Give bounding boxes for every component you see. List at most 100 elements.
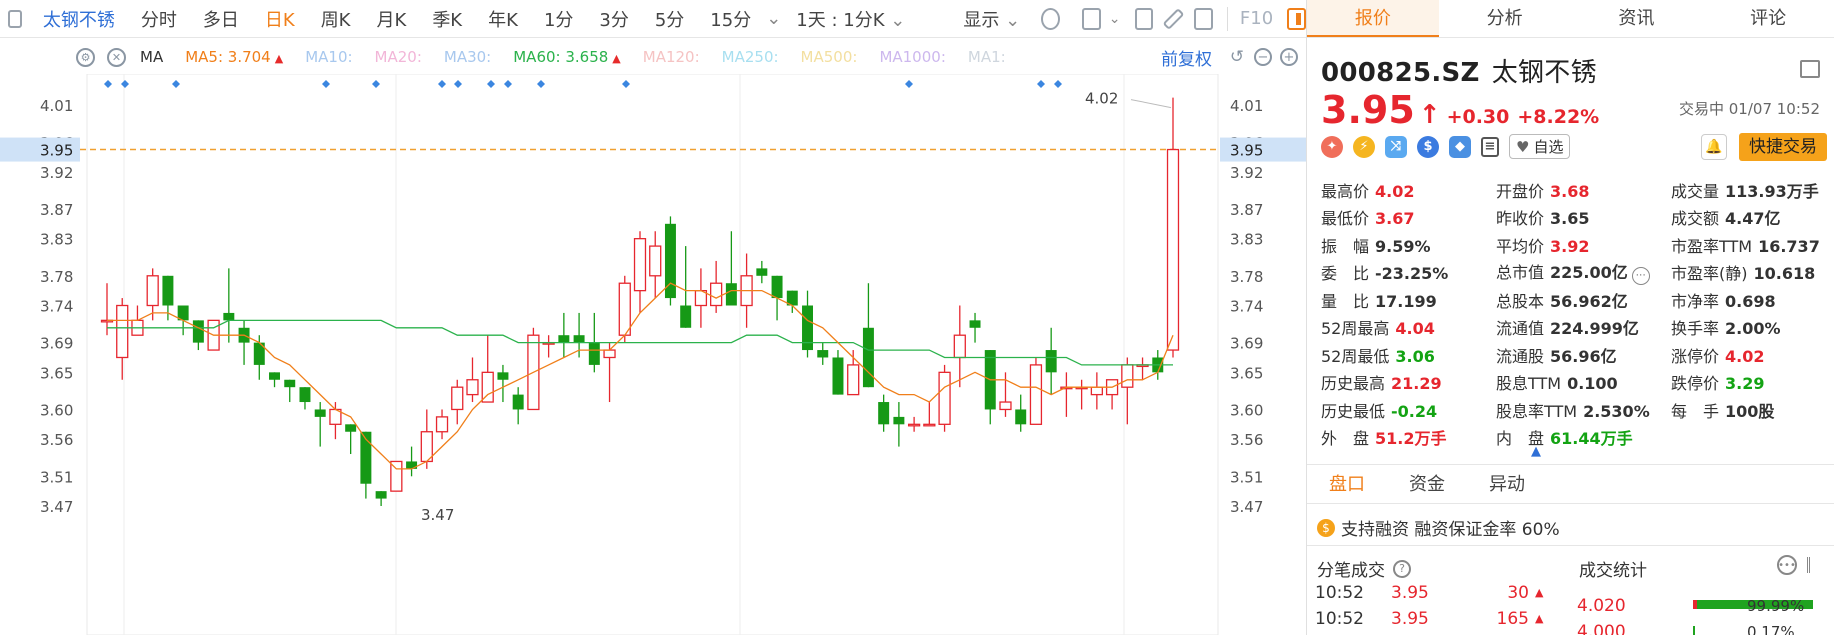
quote-row: 量 比 17.199 总股本 56.962亿 市净率 0.698 xyxy=(1321,286,1831,314)
sub-tab-0[interactable]: 盘口 xyxy=(1307,465,1387,503)
stock-name-tab[interactable]: 太钢不锈 xyxy=(30,6,128,32)
last-price: 3.95 xyxy=(1321,88,1415,132)
ma-item-7[interactable]: MA500: xyxy=(801,48,858,66)
more-icon[interactable]: ••• xyxy=(1777,555,1797,575)
adjust-mode-button[interactable]: 前复权 xyxy=(1161,45,1212,70)
period-tab-6[interactable]: 年K xyxy=(475,6,531,32)
add-watchlist-button[interactable]: ♥ 自选 xyxy=(1509,134,1571,159)
list-icon[interactable] xyxy=(1807,557,1825,573)
y-tick-left: 3.56 xyxy=(40,431,73,449)
settings-gear-icon[interactable] xyxy=(1041,7,1060,30)
quote-value: -0.24 xyxy=(1391,401,1438,421)
heart-icon: ♥ xyxy=(1516,137,1530,156)
hot-badge-icon[interactable]: ✦ xyxy=(1321,135,1343,158)
quote-row: 历史最高 21.29 股息TTM 0.100 跌停价 3.29 xyxy=(1321,369,1831,397)
candle-body xyxy=(1121,364,1134,388)
quote-panel: 报价 分析 资讯 评论 000825.SZ 太钢不锈 3.95 ↑ +0.30 +8.2… xyxy=(1306,0,1834,635)
sidebar-toggle-icon[interactable] xyxy=(8,9,22,28)
panel-toggle-icon[interactable] xyxy=(1287,7,1306,30)
ma60-line xyxy=(107,319,1173,366)
zoom-out-icon[interactable]: − xyxy=(1254,48,1272,66)
indicator-settings-icon[interactable]: ⚙ xyxy=(76,47,95,67)
candle-body xyxy=(406,461,418,469)
panel-tab-2[interactable]: 资讯 xyxy=(1571,0,1703,37)
period-tab-2[interactable]: 日K xyxy=(252,6,308,32)
sub-tab-2[interactable]: 异动 xyxy=(1467,465,1547,503)
y-tick-left: 3.47 xyxy=(40,498,73,516)
camera-icon[interactable] xyxy=(1134,7,1154,30)
pencil-icon[interactable] xyxy=(1162,7,1185,30)
candlestick-chart[interactable]: 4.014.013.963.963.923.923.873.873.833.83… xyxy=(0,74,1306,635)
close-indicator-icon[interactable]: ✕ xyxy=(107,47,126,67)
candle-body xyxy=(497,372,509,380)
ma-label[interactable]: MA xyxy=(140,48,163,66)
candle-body xyxy=(938,371,951,425)
period-tab-9[interactable]: 5分 xyxy=(642,6,697,32)
quote-cell: 换手率 2.00% xyxy=(1671,315,1831,339)
candle-body xyxy=(558,335,570,343)
interval-select[interactable]: 1天 : 1分K ⌄ xyxy=(783,6,918,32)
sub-tab-1[interactable]: 资金 xyxy=(1387,465,1467,503)
ma-item-5[interactable]: MA120: xyxy=(643,48,700,66)
candle-body xyxy=(223,312,235,321)
layers-icon[interactable] xyxy=(1800,60,1820,78)
zoom-in-icon[interactable]: + xyxy=(1280,48,1298,66)
candle-body xyxy=(923,423,936,427)
document-icon[interactable]: ≡ xyxy=(1481,136,1499,157)
fullscreen-icon[interactable] xyxy=(1194,7,1214,30)
period-tab-0[interactable]: 分时 xyxy=(128,6,190,32)
more-market-value-icon[interactable]: ⋯ xyxy=(1631,267,1650,286)
stat-bar-buy xyxy=(1693,600,1697,609)
period-tab-5[interactable]: 季K xyxy=(419,6,475,32)
ma-item-3[interactable]: MA30: xyxy=(444,48,491,66)
lightning-icon[interactable]: ⚡ xyxy=(1353,135,1375,158)
period-tab-3[interactable]: 周K xyxy=(308,6,364,32)
period-tab-1[interactable]: 多日 xyxy=(190,6,252,32)
quote-row: 最高价 4.02 开盘价 3.68 成交量 113.93万手 xyxy=(1321,176,1831,204)
candle-body xyxy=(953,334,966,359)
chevron-down-icon[interactable]: ⌄ xyxy=(1109,11,1121,27)
ma-item-4[interactable]: MA60: 3.658 ▲ xyxy=(513,48,621,66)
drawing-square-icon[interactable] xyxy=(1081,7,1101,30)
shuffle-icon[interactable]: ⤨ xyxy=(1385,135,1407,158)
f10-button[interactable]: F10 xyxy=(1240,8,1273,29)
display-menu[interactable]: 显示 ⌄ xyxy=(950,6,1033,32)
ma-item-1[interactable]: MA10: xyxy=(305,48,352,66)
current-price-label-right: 3.95 xyxy=(1230,142,1263,160)
event-marker-icon xyxy=(1037,80,1045,88)
period-tab-10[interactable]: 15分 xyxy=(697,6,764,32)
ma-item-2[interactable]: MA20: xyxy=(375,48,422,66)
fast-trade-button[interactable]: 快捷交易 xyxy=(1739,133,1827,161)
candle-body xyxy=(680,305,692,328)
panel-tab-1[interactable]: 分析 xyxy=(1439,0,1571,37)
ma-item-9[interactable]: MA1: xyxy=(968,48,1006,66)
period-tab-4[interactable]: 月K xyxy=(364,6,420,32)
ma-item-8[interactable]: MA1000: xyxy=(879,48,945,66)
period-tab-8[interactable]: 3分 xyxy=(586,6,641,32)
candle-body xyxy=(710,282,723,307)
bell-icon[interactable]: 🔔 xyxy=(1701,134,1727,160)
y-tick-left: 3.87 xyxy=(40,201,73,219)
quote-value: 10.618 xyxy=(1753,264,1816,284)
ma-item-6[interactable]: MA250: xyxy=(722,48,779,66)
ma-item-value: 3.704 xyxy=(223,48,271,66)
ma-item-0[interactable]: MA5: 3.704 ▲ xyxy=(185,48,283,66)
tag-icon[interactable]: ◆ xyxy=(1449,135,1471,158)
period-tab-7[interactable]: 1分 xyxy=(531,6,586,32)
quote-row: 外 盘 51.2万手内 盘 61.44万手 xyxy=(1321,424,1831,452)
dollar-icon[interactable]: $ xyxy=(1417,135,1439,158)
collapse-up-icon[interactable]: ▲ xyxy=(1531,444,1541,459)
quote-value: 61.44万手 xyxy=(1550,429,1633,449)
undo-icon[interactable]: ↺ xyxy=(1228,48,1246,66)
candle-body xyxy=(847,364,860,396)
candle-body xyxy=(893,416,905,425)
quote-value: 0.698 xyxy=(1725,291,1776,311)
quote-value: 224.999亿 xyxy=(1550,319,1639,339)
quote-key: 成交量 xyxy=(1671,181,1720,201)
help-icon[interactable]: ? xyxy=(1393,559,1411,578)
quote-value: 2.00% xyxy=(1725,319,1781,339)
panel-tab-0[interactable]: 报价 xyxy=(1307,0,1439,37)
up-triangle-icon: ▲ xyxy=(612,52,621,65)
quote-cell: 平均价 3.92 xyxy=(1496,233,1671,257)
panel-tab-3[interactable]: 评论 xyxy=(1702,0,1834,37)
